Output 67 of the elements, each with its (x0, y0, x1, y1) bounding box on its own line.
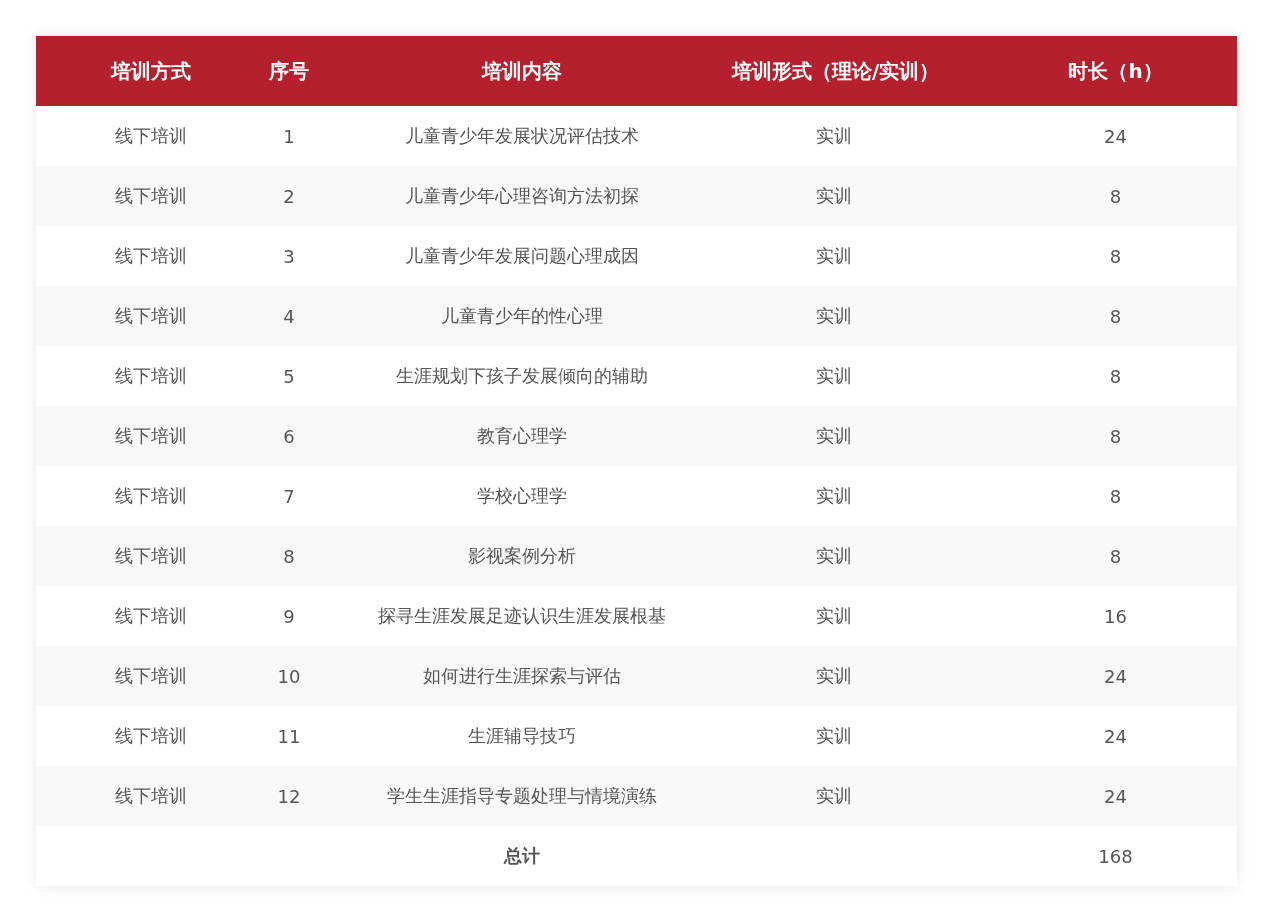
table-cell-text: 6 (282, 425, 296, 447)
table-cell-text: 线下培训 (114, 484, 188, 508)
table-cell-text: 学生生涯指导专题处理与情境演练 (386, 784, 658, 808)
table-cell-text: 线下培训 (114, 304, 188, 328)
table-cell-text: 9 (282, 605, 296, 627)
table-cell-text: 8 (1108, 425, 1123, 447)
table-cell-text: 线下培训 (114, 244, 188, 268)
table-cell-text: 实训 (815, 124, 853, 148)
table-cell-text: 8 (1108, 305, 1123, 327)
table-cell-text: 实训 (815, 724, 853, 748)
table-cell-text: 实训 (815, 364, 853, 388)
column-header: 序号 (268, 57, 310, 85)
table-cell-text: 儿童青少年心理咨询方法初探 (404, 184, 640, 208)
total-value: 168 (1097, 845, 1134, 867)
table-cell-text: 2 (282, 185, 296, 207)
table-cell-text: 1 (282, 125, 296, 147)
column-header: 时长（h） (1067, 57, 1164, 85)
table-cell-text: 生涯规划下孩子发展倾向的辅助 (395, 364, 649, 388)
table-cell-text: 影视案例分析 (467, 544, 577, 568)
table-cell-text: 实训 (815, 244, 853, 268)
table-cell-text: 学校心理学 (476, 484, 568, 508)
total-label: 总计 (502, 844, 541, 868)
table-cell-text: 线下培训 (114, 424, 188, 448)
table-cell-text: 实训 (815, 604, 853, 628)
table-cell-text: 生涯辅导技巧 (467, 724, 577, 748)
table-cell-text: 8 (1108, 245, 1123, 267)
table-cell-text: 实训 (815, 484, 853, 508)
table-cell-text: 8 (1108, 185, 1123, 207)
table-cell-text: 7 (282, 485, 296, 507)
table-cell-text: 16 (1103, 605, 1128, 627)
column-header: 培训形式（理论/实训） (732, 57, 936, 85)
table-cell-text: 儿童青少年发展问题心理成因 (404, 244, 640, 268)
table-cell-text: 10 (276, 665, 302, 687)
table-cell-text: 线下培训 (114, 364, 188, 388)
table-cell-text: 线下培训 (114, 184, 188, 208)
table-cell-text: 儿童青少年发展状况评估技术 (404, 124, 640, 148)
table-cell-text: 8 (1108, 365, 1123, 387)
table-cell-text: 线下培训 (114, 604, 188, 628)
table-cell-text: 4 (282, 305, 296, 327)
table-cell-text: 24 (1103, 125, 1128, 147)
table-cell-text: 实训 (815, 784, 853, 808)
table-cell-text: 24 (1103, 665, 1128, 687)
table-cell-text: 实训 (815, 424, 853, 448)
table-cell-text: 5 (282, 365, 296, 387)
table-cell-text: 实训 (815, 184, 853, 208)
table-cell-text: 11 (276, 725, 302, 747)
table-cell-text: 如何进行生涯探索与评估 (422, 664, 622, 688)
table-cell-text: 实训 (815, 304, 853, 328)
table-cell-text: 实训 (815, 664, 853, 688)
table-cell-text: 线下培训 (114, 124, 188, 148)
table-cell-text: 24 (1103, 785, 1128, 807)
table-cell-text: 8 (282, 545, 296, 567)
table-cell-text: 线下培训 (114, 784, 188, 808)
column-header: 培训方式 (109, 57, 192, 85)
table-cell-text: 儿童青少年的性心理 (440, 304, 604, 328)
table-cell-text: 8 (1108, 485, 1123, 507)
table-cell-text: 线下培训 (114, 544, 188, 568)
table-cell-text: 线下培训 (114, 664, 188, 688)
table-cell-text: 探寻生涯发展足迹认识生涯发展根基 (377, 604, 667, 628)
table-cell-text: 24 (1103, 725, 1128, 747)
table-cell-text: 12 (276, 785, 302, 807)
table-cell-text: 8 (1108, 545, 1123, 567)
table-cell-text: 线下培训 (114, 724, 188, 748)
table-cell-text: 3 (282, 245, 296, 267)
table-cell-text: 教育心理学 (476, 424, 568, 448)
table-cell-text: 实训 (815, 544, 853, 568)
column-header: 培训内容 (480, 57, 563, 85)
